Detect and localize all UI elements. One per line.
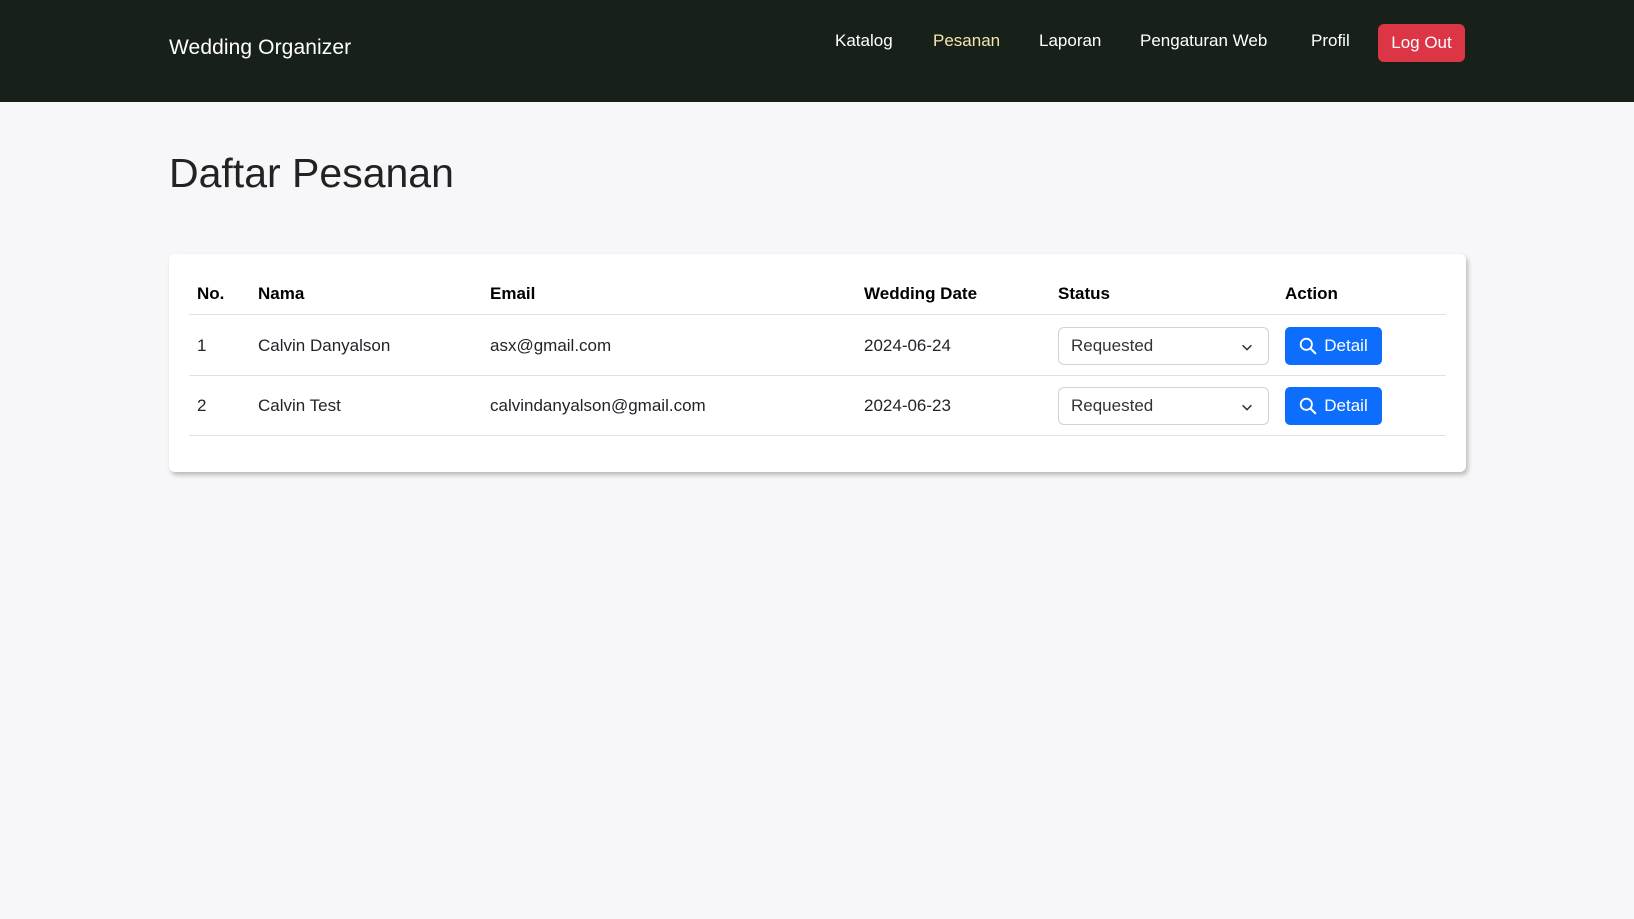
search-icon <box>1300 397 1317 415</box>
row-1-status-select[interactable]: Requested <box>1058 327 1269 365</box>
navbar: Wedding Organizer Katalog Pesanan Lapora… <box>0 0 1634 102</box>
search-icon <box>1300 337 1317 355</box>
header-nama: Nama <box>258 284 305 303</box>
header-wedding-date: Wedding Date <box>864 284 978 303</box>
brand-link[interactable]: Wedding Organizer <box>169 36 351 60</box>
logout-button[interactable]: Log Out <box>1378 24 1465 62</box>
orders-card <box>169 254 1466 472</box>
nav-laporan[interactable]: Laporan <box>1039 31 1101 51</box>
row-2-detail-label: Detail <box>1324 396 1368 415</box>
nav-pengaturan-web[interactable]: Pengaturan Web <box>1140 31 1267 51</box>
header-action: Action <box>1285 284 1338 303</box>
page-title: Daftar Pesanan <box>169 150 454 196</box>
nav-katalog[interactable]: Katalog <box>835 31 893 51</box>
header-status: Status <box>1058 284 1110 303</box>
row-1-detail-label: Detail <box>1324 336 1368 355</box>
header-divider <box>189 314 1446 315</box>
row-1-detail-button[interactable]: Detail <box>1285 327 1382 365</box>
nav-pesanan[interactable]: Pesanan <box>933 31 1000 51</box>
row-1-email: asx@gmail.com <box>490 336 612 355</box>
row-2-email: calvindanyalson@gmail.com <box>490 396 706 415</box>
row-1-nama: Calvin Danyalson <box>258 336 391 355</box>
row-1-status-value: Requested <box>1071 336 1154 355</box>
chevron-down-icon <box>1242 404 1252 411</box>
header-email: Email <box>490 284 536 303</box>
row-2-status-select[interactable]: Requested <box>1058 387 1269 425</box>
row-2-detail-button[interactable]: Detail <box>1285 387 1382 425</box>
row-2-status-value: Requested <box>1071 396 1154 415</box>
row-1-wedding-date: 2024-06-24 <box>864 336 951 355</box>
row-2-nama: Calvin Test <box>258 396 341 415</box>
row-1-no: 1 <box>197 336 207 355</box>
row-2-wedding-date: 2024-06-23 <box>864 396 951 415</box>
chevron-down-icon <box>1242 344 1252 351</box>
row-divider <box>189 375 1446 376</box>
row-divider <box>189 435 1446 436</box>
nav-profil[interactable]: Profil <box>1311 31 1350 51</box>
header-no: No. <box>197 284 225 303</box>
row-2-no: 2 <box>197 396 207 415</box>
